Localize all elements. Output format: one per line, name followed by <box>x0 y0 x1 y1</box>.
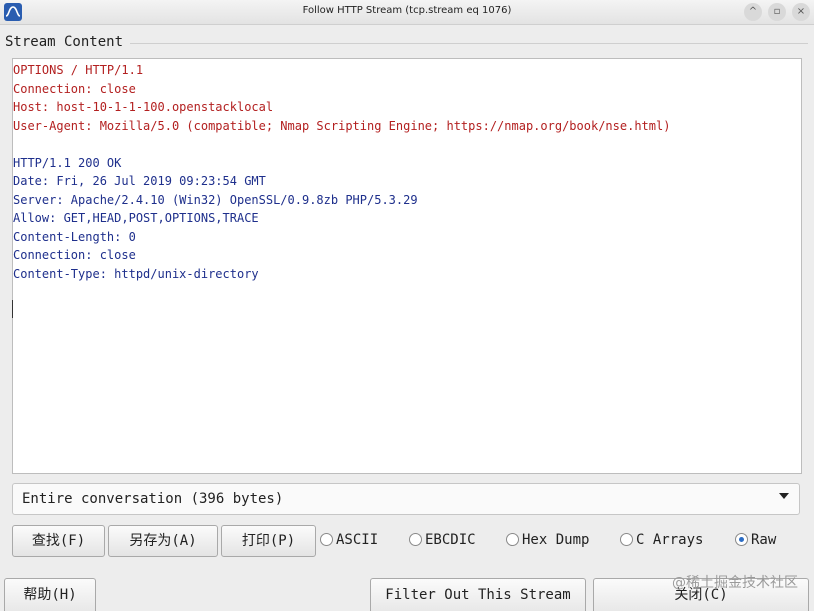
title-bar: Follow HTTP Stream (tcp.stream eq 1076) … <box>0 0 814 25</box>
minimize-button[interactable]: ^ <box>744 3 762 21</box>
filter-out-stream-button[interactable]: Filter Out This Stream <box>370 578 586 611</box>
radio-hex-dump-label: Hex Dump <box>522 532 590 548</box>
server-response-line: Date: Fri, 26 Jul 2019 09:23:54 GMT <box>13 174 266 188</box>
help-button[interactable]: 帮助(H) <box>4 578 96 611</box>
radio-c-arrays[interactable]: C Arrays <box>620 532 703 552</box>
client-request-line: Host: host-10-1-1-100.openstacklocal <box>13 100 274 114</box>
chevron-down-icon <box>779 493 789 499</box>
print-button[interactable]: 打印(P) <box>221 525 316 557</box>
close-window-button[interactable]: × <box>792 3 810 21</box>
radio-selected-icon <box>735 533 748 546</box>
save-as-button[interactable]: 另存为(A) <box>108 525 218 557</box>
radio-ebcdic[interactable]: EBCDIC <box>409 532 476 552</box>
server-response-line: Content-Length: 0 <box>13 229 136 244</box>
stream-content-textarea[interactable]: OPTIONS / HTTP/1.1 Connection: close Host:… <box>12 58 802 474</box>
radio-c-arrays-label: C Arrays <box>636 532 704 548</box>
radio-raw-label: Raw <box>751 532 777 548</box>
group-box-border <box>130 43 808 44</box>
server-response-line: HTTP/1.1 200 OK <box>13 155 122 170</box>
client-request-line: Connection: close <box>13 81 136 96</box>
server-response-line: Connection: close <box>13 248 136 262</box>
client-request-line: OPTIONS / HTTP/1.1 <box>13 63 144 77</box>
conversation-select-value: Entire conversation (396 bytes) <box>22 491 284 507</box>
window-title: Follow HTTP Stream (tcp.stream eq 1076) <box>302 5 512 16</box>
client-request-line: User-Agent: Mozilla/5.0 (compatible; Nma… <box>13 118 671 133</box>
maximize-button[interactable]: ▫ <box>768 3 786 21</box>
server-response-line: Content-Type: httpd/unix-directory <box>13 266 259 281</box>
radio-raw[interactable]: Raw <box>735 532 776 552</box>
radio-circle-icon <box>506 533 519 546</box>
radio-hex-dump[interactable]: Hex Dump <box>506 532 589 552</box>
find-button[interactable]: 查找(F) <box>12 525 105 557</box>
server-response-line: Server: Apache/2.4.10 (Win32) OpenSSL/0.… <box>13 192 418 207</box>
radio-circle-icon <box>409 533 422 546</box>
radio-ascii[interactable]: ASCII <box>320 532 378 552</box>
text-cursor <box>12 300 13 318</box>
watermark-text: @稀土掘金技术社区 <box>672 575 798 591</box>
radio-ebcdic-label: EBCDIC <box>425 532 476 548</box>
stream-content-label: Stream Content <box>5 34 126 50</box>
radio-ascii-label: ASCII <box>336 532 379 548</box>
stream-lines: OPTIONS / HTTP/1.1 Connection: close Host:… <box>13 61 670 283</box>
server-response-line: Allow: GET,HEAD,POST,OPTIONS,TRACE <box>13 211 259 225</box>
radio-circle-icon <box>320 533 333 546</box>
radio-circle-icon <box>620 533 633 546</box>
conversation-select[interactable]: Entire conversation (396 bytes) <box>12 483 800 515</box>
